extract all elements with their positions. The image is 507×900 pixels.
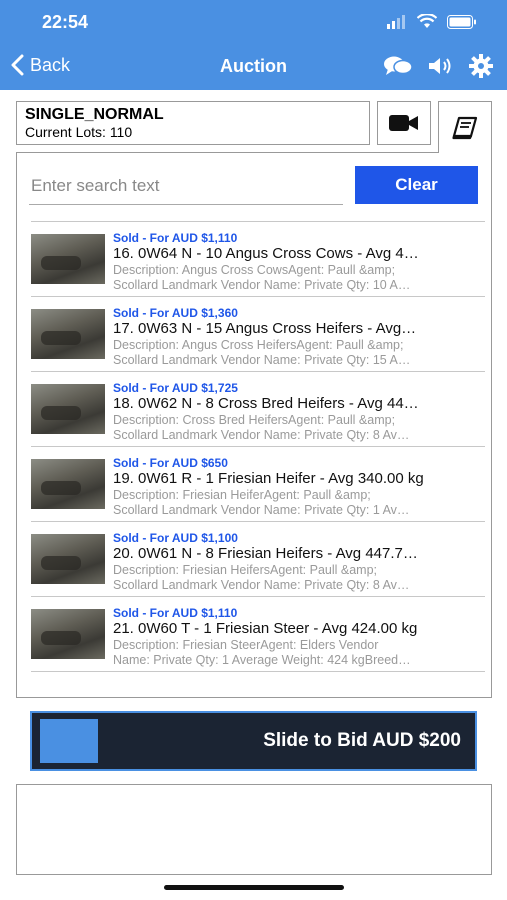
clear-button[interactable]: Clear <box>355 166 478 204</box>
lot-status: Sold - For AUD $650 <box>113 456 228 470</box>
wifi-icon <box>417 14 437 28</box>
lot-panel: Clear Sold - For AUD $1,110 16. 0W64 N -… <box>16 152 492 698</box>
lot-status: Sold - For AUD $1,110 <box>113 231 238 245</box>
back-button[interactable]: Back <box>10 54 70 76</box>
speaker-icon[interactable] <box>427 55 455 77</box>
lot-description: Description: Angus Cross HeifersAgent: P… <box>113 338 404 352</box>
status-time: 22:54 <box>42 12 89 32</box>
list-item[interactable]: Sold - For AUD $1,100 20. 0W61 N - 8 Fri… <box>31 521 485 596</box>
lot-title: 18. 0W62 N - 8 Cross Bred Heifers - Avg … <box>113 395 419 412</box>
lot-description: Description: Friesian HeifersAgent: Paul… <box>113 563 378 577</box>
back-label: Back <box>30 54 71 75</box>
lot-list-tab[interactable] <box>438 101 492 153</box>
lot-description: Scollard Landmark Vendor Name: Private Q… <box>113 503 410 517</box>
video-button[interactable] <box>377 101 431 145</box>
lot-title: 17. 0W63 N - 15 Angus Cross Heifers - Av… <box>113 320 417 337</box>
header: 22:54 Back Auction <box>0 0 507 90</box>
lot-title: 16. 0W64 N - 10 Angus Cross Cows - Avg 4… <box>113 245 419 262</box>
lot-status: Sold - For AUD $1,100 <box>113 531 238 545</box>
status-icons <box>387 14 477 29</box>
list-item[interactable]: Sold - For AUD $1,110 16. 0W64 N - 10 An… <box>31 221 485 296</box>
lot-thumbnail <box>31 384 105 434</box>
chevron-left-icon <box>11 54 24 76</box>
nav-icons <box>383 54 493 78</box>
lot-thumbnail <box>31 534 105 584</box>
signal-icon <box>387 14 405 29</box>
session-name: SINGLE_NORMAL <box>25 106 164 123</box>
lot-description: Scollard Landmark Vendor Name: Private Q… <box>113 578 410 592</box>
session-info: SINGLE_NORMAL Current Lots: 110 <box>16 101 370 145</box>
lot-description: Scollard Landmark Vendor Name: Private Q… <box>113 353 411 367</box>
home-indicator <box>164 885 344 890</box>
list-item[interactable] <box>31 671 485 697</box>
lot-description: Description: Friesian SteerAgent: Elders… <box>113 638 379 652</box>
list-item[interactable]: Sold - For AUD $1,725 18. 0W62 N - 8 Cro… <box>31 371 485 446</box>
lot-status: Sold - For AUD $1,360 <box>113 306 238 320</box>
list-item[interactable]: Sold - For AUD $650 19. 0W61 R - 1 Fries… <box>31 446 485 521</box>
slide-to-bid[interactable]: Slide to Bid AUD $200 <box>30 711 477 771</box>
lot-description: Scollard Landmark Vendor Name: Private Q… <box>113 278 411 292</box>
search-input[interactable] <box>29 167 343 205</box>
lot-description: Description: Friesian HeiferAgent: Paull… <box>113 488 371 502</box>
book-icon <box>452 116 478 139</box>
gear-icon[interactable] <box>469 54 493 78</box>
lot-description: Description: Cross Bred HeifersAgent: Pa… <box>113 413 396 427</box>
video-camera-icon <box>389 115 418 131</box>
list-item[interactable]: Sold - For AUD $1,110 21. 0W60 T - 1 Fri… <box>31 596 485 671</box>
lot-title: 19. 0W61 R - 1 Friesian Heifer - Avg 340… <box>113 470 424 487</box>
chat-icon[interactable] <box>383 55 413 77</box>
message-box <box>16 784 492 875</box>
lot-thumbnail <box>31 609 105 659</box>
lot-status: Sold - For AUD $1,110 <box>113 606 238 620</box>
list-item[interactable]: Sold - For AUD $1,360 17. 0W63 N - 15 An… <box>31 296 485 371</box>
current-lots: Current Lots: 110 <box>25 124 133 140</box>
lot-thumbnail <box>31 309 105 359</box>
navbar: Back Auction <box>0 52 507 84</box>
lot-description: Description: Angus Cross CowsAgent: Paul… <box>113 263 396 277</box>
lot-description: Scollard Landmark Vendor Name: Private Q… <box>113 428 410 442</box>
lot-thumbnail <box>31 234 105 284</box>
lot-status: Sold - For AUD $1,725 <box>113 381 238 395</box>
lot-list[interactable]: Sold - For AUD $1,110 16. 0W64 N - 10 An… <box>31 221 485 697</box>
lot-thumbnail <box>31 459 105 509</box>
battery-icon <box>447 14 476 29</box>
slider-handle[interactable] <box>40 719 98 763</box>
lot-title: 21. 0W60 T - 1 Friesian Steer - Avg 424.… <box>113 620 418 637</box>
slider-label: Slide to Bid AUD $200 <box>263 730 461 751</box>
lot-title: 20. 0W61 N - 8 Friesian Heifers - Avg 44… <box>113 545 418 562</box>
lot-description: Name: Private Qty: 1 Average Weight: 424… <box>113 653 411 667</box>
